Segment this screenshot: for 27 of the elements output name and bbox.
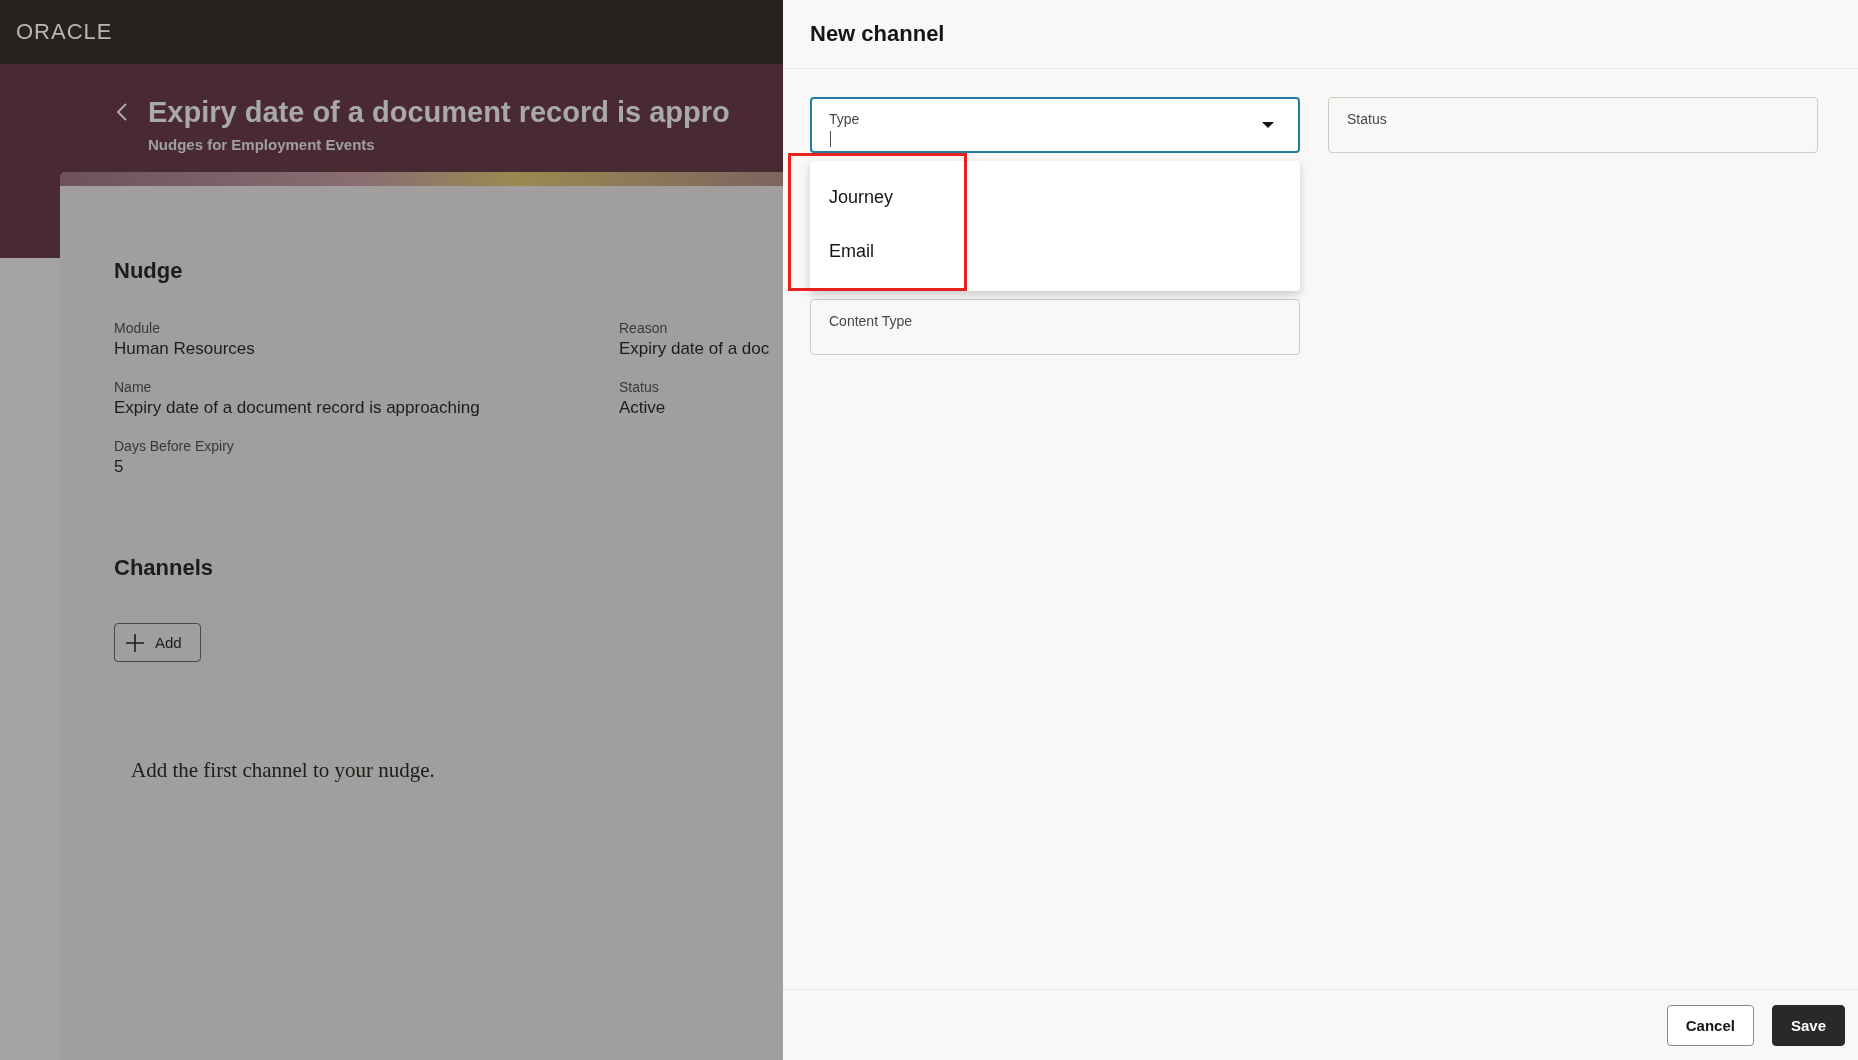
page-title: Expiry date of a document record is appro	[148, 95, 730, 130]
add-button[interactable]: Add	[114, 623, 201, 662]
cancel-button[interactable]: Cancel	[1666, 1004, 1754, 1046]
dropdown-option[interactable]: Email	[810, 235, 1300, 289]
field-label: Module	[114, 320, 161, 336]
field-label: Reason	[619, 320, 669, 336]
section-heading: Nudge	[114, 258, 184, 284]
input-field[interactable]: Status	[1328, 97, 1818, 153]
field-value: Expiry date of a document record is approaching	[114, 398, 481, 418]
field-value: Active	[619, 398, 667, 418]
empty-message: Add the first channel to your nudge.	[131, 758, 436, 783]
field-value: Expiry date of a doc	[619, 339, 771, 359]
plus-icon	[125, 632, 145, 653]
page-subtitle: Nudges for Employment Events	[148, 136, 376, 153]
dropdown-option[interactable]: Journey	[810, 181, 1300, 235]
back-chevron-icon[interactable]	[116, 102, 128, 122]
input-field[interactable]: Content Type	[810, 299, 1300, 355]
logo-text: ORACLE	[16, 19, 113, 45]
drawer-title: New channel	[810, 21, 945, 47]
field-value: 5	[114, 457, 125, 477]
field-label: Days Before Expiry	[114, 438, 235, 454]
field-label: Name	[114, 379, 153, 395]
field-value: Human Resources	[114, 339, 256, 359]
select-field[interactable]: Type	[810, 97, 1300, 153]
field-label: Status	[619, 379, 660, 395]
section-heading: Channels	[114, 555, 215, 581]
save-button[interactable]: Save	[1771, 1004, 1845, 1046]
